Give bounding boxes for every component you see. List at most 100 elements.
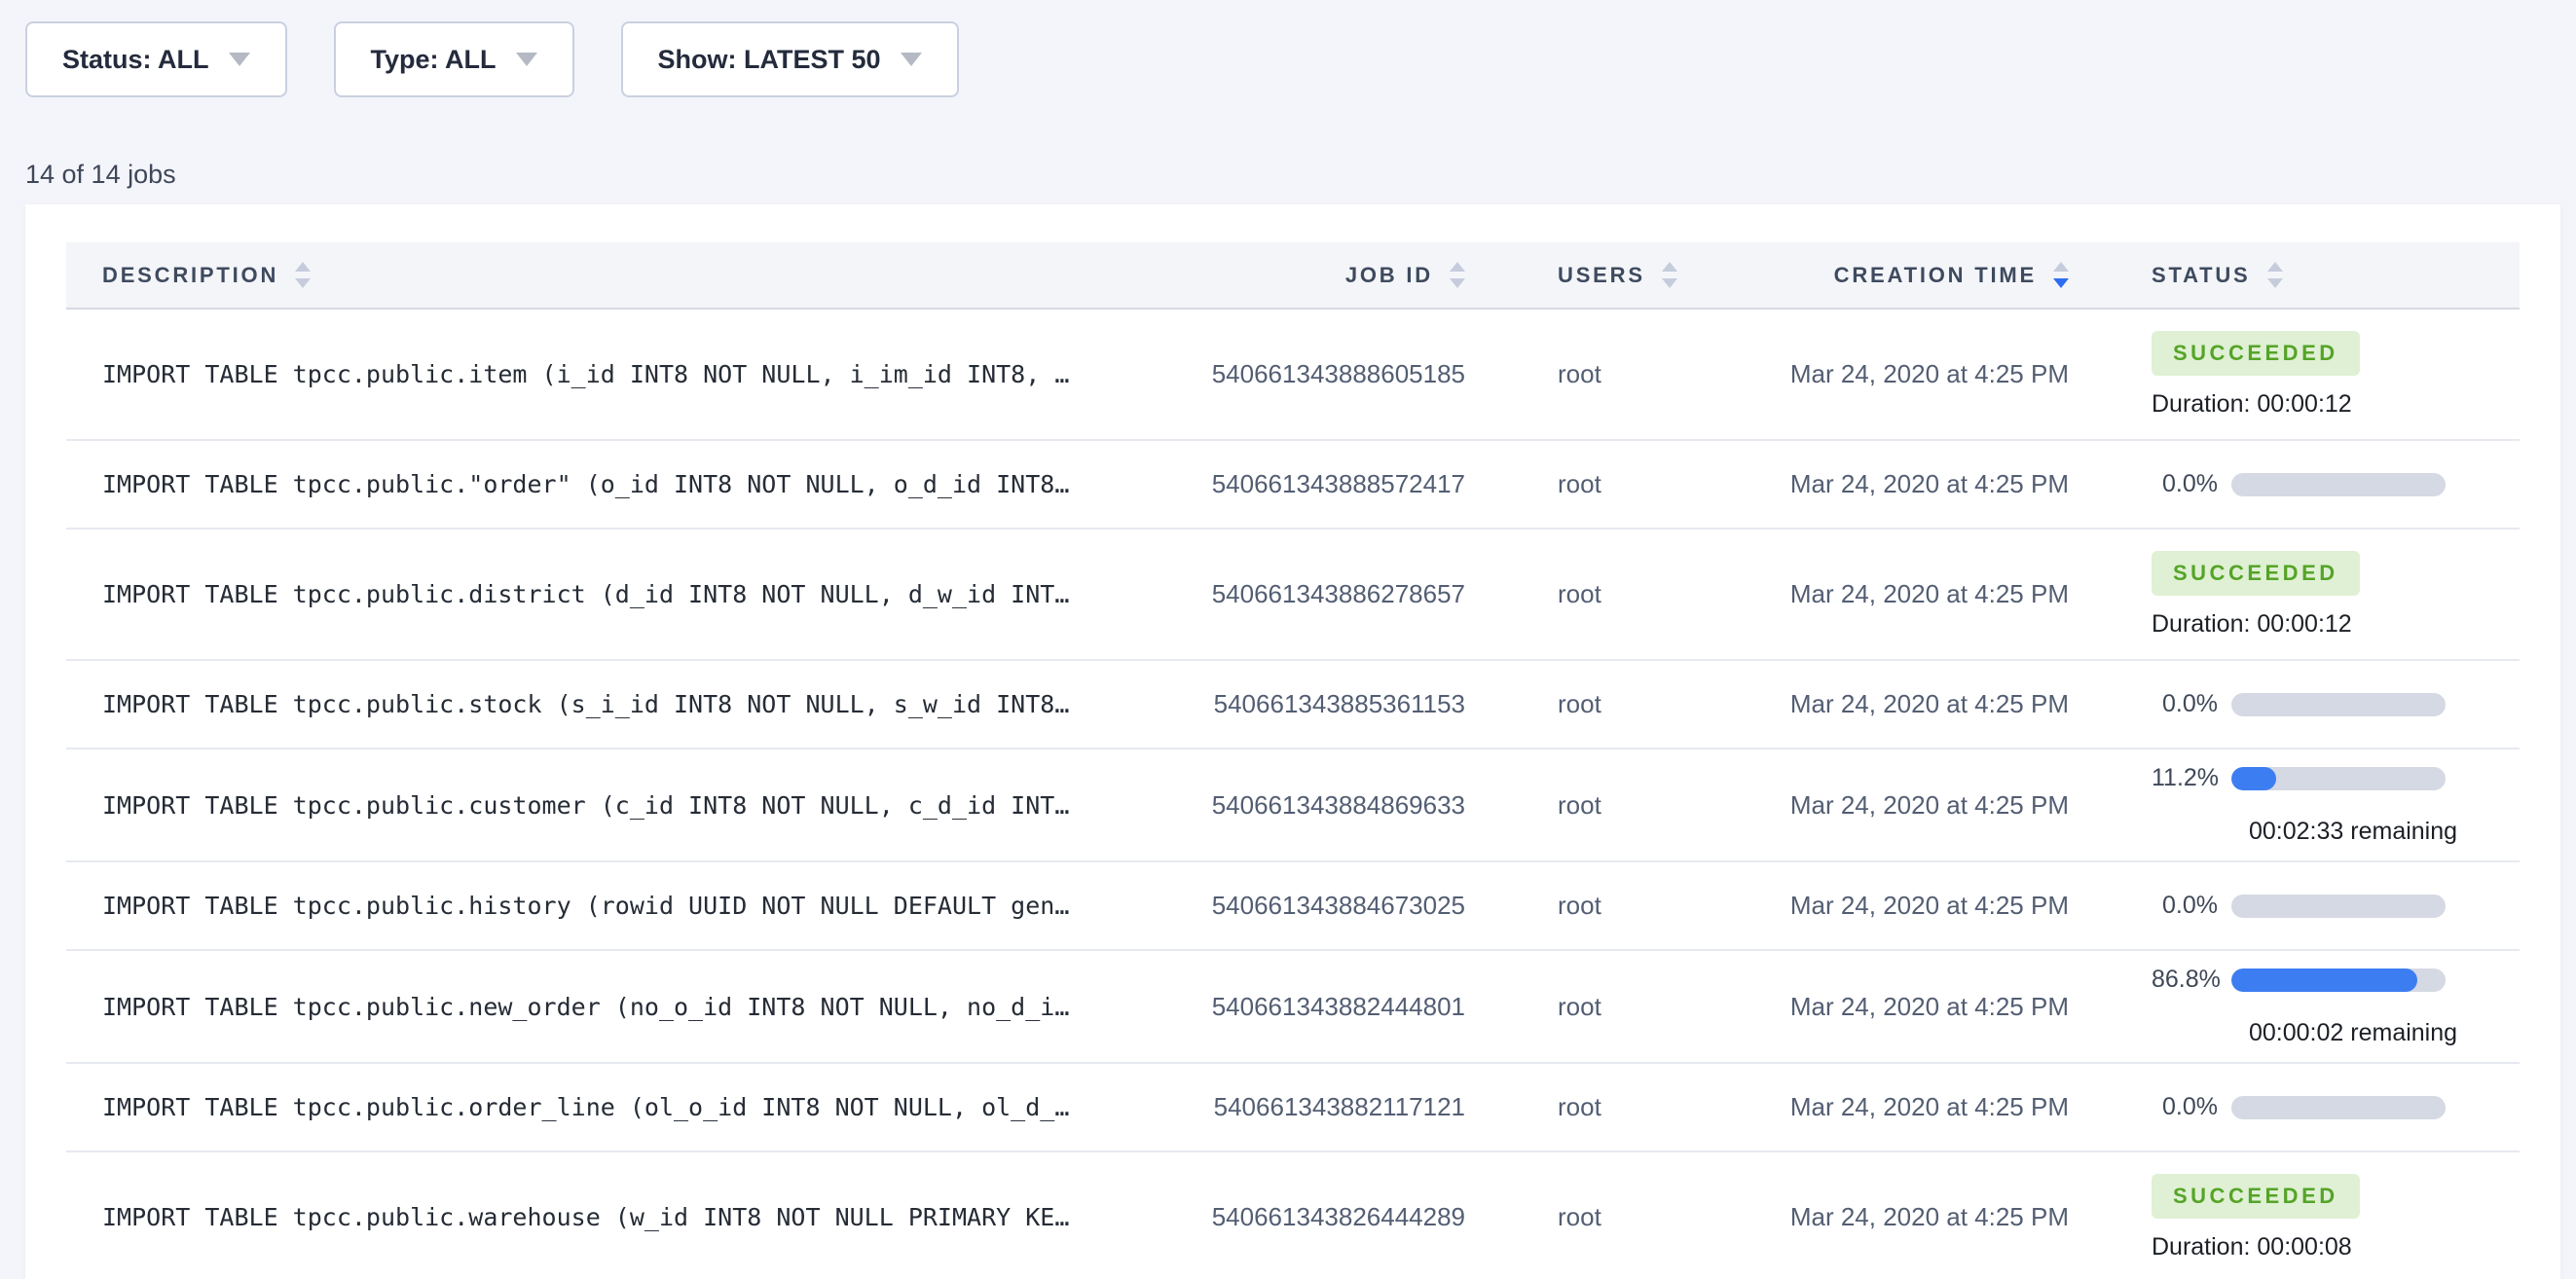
show-filter-dropdown[interactable]: Show: LATEST 50 [621,21,959,97]
status-badge-succeeded: SUCCEEDED [2152,331,2360,376]
job-id: 540661343886278657 [1129,579,1465,609]
chevron-down-icon [516,53,537,66]
job-creation-time: Mar 24, 2020 at 4:25 PM [1723,790,2069,821]
table-row: IMPORT TABLE tpcc.public."order" (o_id I… [66,441,2520,530]
jobs-count-summary: 14 of 14 jobs [25,160,2576,190]
job-status-cell: SUCCEEDED Duration: 00:00:08 [2069,1174,2520,1261]
job-user: root [1465,359,1723,389]
job-creation-time: Mar 24, 2020 at 4:25 PM [1723,1092,2069,1122]
job-status-cell: 0.0% [2069,892,2520,920]
job-creation-time: Mar 24, 2020 at 4:25 PM [1723,469,2069,499]
job-status-cell: SUCCEEDED Duration: 00:00:12 [2069,331,2520,419]
show-filter-label: Show: LATEST 50 [658,45,881,75]
job-user: root [1465,1202,1723,1232]
status-duration: Duration: 00:00:08 [2152,1233,2352,1261]
table-row: IMPORT TABLE tpcc.public.order_line (ol_… [66,1064,2520,1152]
chevron-down-icon [901,53,922,66]
job-status-cell: 86.8% 00:00:02 remaining [2069,966,2520,1047]
sort-arrows-icon-active-desc [2053,262,2069,288]
status-badge-succeeded: SUCCEEDED [2152,1174,2360,1219]
job-user: root [1465,891,1723,921]
job-user: root [1465,689,1723,719]
sort-arrows-icon [295,262,311,288]
table-row: IMPORT TABLE tpcc.public.customer (c_id … [66,749,2520,862]
progress-percent: 0.0% [2152,690,2218,718]
job-id: 540661343885361153 [1129,689,1465,719]
progress-time-remaining: 00:00:02 remaining [2249,1019,2520,1047]
job-description: IMPORT TABLE tpcc.public.history (rowid … [66,892,1129,920]
type-filter-dropdown[interactable]: Type: ALL [334,21,574,97]
table-row: IMPORT TABLE tpcc.public.stock (s_i_id I… [66,661,2520,749]
job-status-cell: 0.0% [2069,470,2520,498]
filter-bar: Status: ALL Type: ALL Show: LATEST 50 [0,0,2576,97]
job-user: root [1465,790,1723,821]
column-header-status[interactable]: STATUS [2069,262,2520,288]
job-status-cell: 0.0% [2069,690,2520,718]
progress-bar-track [2231,895,2446,918]
progress-bar-track [2231,968,2446,992]
column-header-users[interactable]: USERS [1465,262,1723,288]
sort-arrows-icon [1662,262,1677,288]
progress-percent: 86.8% [2152,966,2218,994]
progress-bar-fill [2231,968,2417,992]
job-creation-time: Mar 24, 2020 at 4:25 PM [1723,891,2069,921]
progress-bar-track [2231,693,2446,716]
job-creation-time: Mar 24, 2020 at 4:25 PM [1723,1202,2069,1232]
progress-percent: 0.0% [2152,892,2218,920]
table-header-row: DESCRIPTION JOB ID USERS CREATION TIME S… [66,242,2520,310]
job-description: IMPORT TABLE tpcc.public.warehouse (w_id… [66,1203,1129,1231]
table-row: IMPORT TABLE tpcc.public.new_order (no_o… [66,951,2520,1064]
job-description: IMPORT TABLE tpcc.public."order" (o_id I… [66,470,1129,498]
job-description: IMPORT TABLE tpcc.public.customer (c_id … [66,791,1129,820]
job-creation-time: Mar 24, 2020 at 4:25 PM [1723,992,2069,1022]
job-status-cell: SUCCEEDED Duration: 00:00:12 [2069,551,2520,639]
column-header-description[interactable]: DESCRIPTION [66,262,1129,288]
sort-arrows-icon [2267,262,2283,288]
job-description: IMPORT TABLE tpcc.public.item (i_id INT8… [66,360,1129,388]
job-id: 540661343884869633 [1129,790,1465,821]
job-user: root [1465,992,1723,1022]
progress-bar-track [2231,1096,2446,1119]
job-id: 540661343882444801 [1129,992,1465,1022]
job-id: 540661343884673025 [1129,891,1465,921]
column-header-creation-time[interactable]: CREATION TIME [1723,262,2069,288]
job-status-cell: 11.2% 00:02:33 remaining [2069,764,2520,846]
type-filter-label: Type: ALL [371,45,497,75]
status-filter-label: Status: ALL [62,45,209,75]
progress-time-remaining: 00:02:33 remaining [2249,818,2520,846]
progress-percent: 0.0% [2152,470,2218,498]
status-filter-dropdown[interactable]: Status: ALL [25,21,287,97]
table-row: IMPORT TABLE tpcc.public.history (rowid … [66,862,2520,951]
job-description: IMPORT TABLE tpcc.public.order_line (ol_… [66,1093,1129,1121]
job-description: IMPORT TABLE tpcc.public.new_order (no_o… [66,993,1129,1021]
table-row: IMPORT TABLE tpcc.public.district (d_id … [66,530,2520,661]
table-row: IMPORT TABLE tpcc.public.item (i_id INT8… [66,310,2520,441]
status-badge-succeeded: SUCCEEDED [2152,551,2360,596]
job-id: 540661343826444289 [1129,1202,1465,1232]
table-body: IMPORT TABLE tpcc.public.item (i_id INT8… [66,310,2520,1279]
status-duration: Duration: 00:00:12 [2152,610,2352,639]
job-id: 540661343888572417 [1129,469,1465,499]
chevron-down-icon [229,53,250,66]
job-description: IMPORT TABLE tpcc.public.stock (s_i_id I… [66,690,1129,718]
status-duration: Duration: 00:00:12 [2152,390,2352,419]
job-id: 540661343882117121 [1129,1092,1465,1122]
table-row: IMPORT TABLE tpcc.public.warehouse (w_id… [66,1152,2520,1279]
column-header-job-id[interactable]: JOB ID [1129,262,1465,288]
job-id: 540661343888605185 [1129,359,1465,389]
job-user: root [1465,579,1723,609]
progress-bar-track [2231,473,2446,496]
job-creation-time: Mar 24, 2020 at 4:25 PM [1723,689,2069,719]
progress-bar-fill [2231,767,2276,790]
job-description: IMPORT TABLE tpcc.public.district (d_id … [66,580,1129,608]
sort-arrows-icon [1450,262,1465,288]
progress-bar-track [2231,767,2446,790]
job-user: root [1465,1092,1723,1122]
progress-percent: 11.2% [2152,764,2218,792]
progress-percent: 0.0% [2152,1093,2218,1121]
jobs-table-card: DESCRIPTION JOB ID USERS CREATION TIME S… [25,204,2560,1279]
job-user: root [1465,469,1723,499]
job-creation-time: Mar 24, 2020 at 4:25 PM [1723,579,2069,609]
job-status-cell: 0.0% [2069,1093,2520,1121]
job-creation-time: Mar 24, 2020 at 4:25 PM [1723,359,2069,389]
